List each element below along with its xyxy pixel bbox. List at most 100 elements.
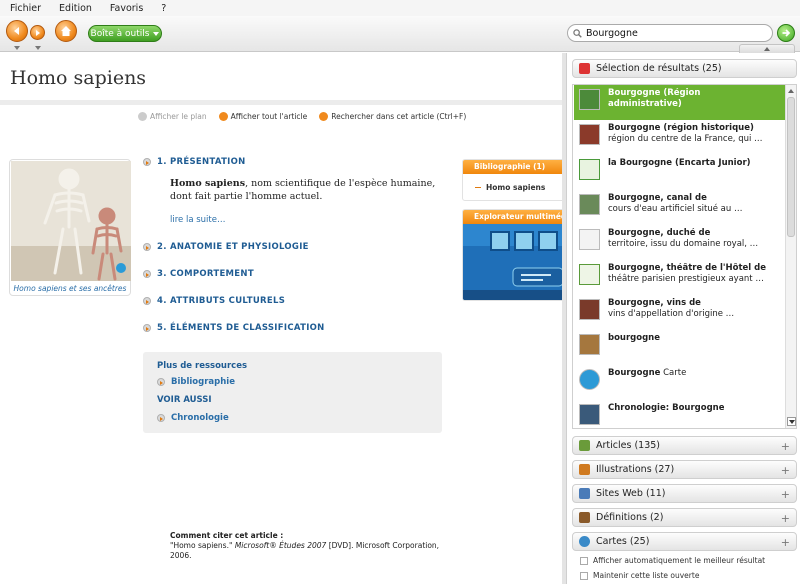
option-label: Afficher automatiquement le meilleur rés… [593,556,766,565]
result-item[interactable]: Bourgogne, théâtre de l'Hôtel de théâtre … [574,260,785,295]
back-button[interactable] [6,20,28,42]
section-classification[interactable]: 5. ÉLÉMENTS DE CLASSIFICATION [143,323,325,333]
result-title: Bourgogne, duché de [608,228,711,238]
keep-list-open-checkbox[interactable] [580,571,588,580]
arrow-right-icon [475,187,481,188]
bibliography-link[interactable]: Bibliographie [157,377,235,387]
section-presentation[interactable]: 1. PRÉSENTATION [143,157,246,167]
show-full-article-label: Afficher tout l'article [230,112,308,121]
result-item[interactable]: Bourgogne (région historique) région du c… [574,120,785,155]
search-input[interactable] [586,27,766,39]
result-title: Bourgogne, canal de [608,193,707,203]
result-item[interactable]: Bourgogne, duché de territoire, issu du d… [574,225,785,260]
expand-bullet-icon [143,324,151,332]
result-item[interactable]: bourgogne [574,330,785,365]
category-definitions[interactable]: Définitions (2) + [572,508,797,527]
category-websites[interactable]: Sites Web (11) + [572,484,797,503]
bibliography-entry[interactable]: Homo sapiens [475,183,545,192]
results-list: Bourgogne (Région administrative) Bourgo… [572,84,797,429]
category-label: Cartes (25) [596,536,650,547]
result-item[interactable]: Bourgogne, canal de cours d'eau artificie… [574,190,785,225]
home-button[interactable] [55,20,77,42]
timeline-icon [579,404,600,425]
toolbox-button[interactable]: Boîte à outils [88,25,162,42]
category-articles[interactable]: Articles (135) + [572,436,797,455]
search-go-button[interactable] [777,24,795,42]
forward-button[interactable] [30,25,45,40]
section-label: 1. PRÉSENTATION [157,157,246,167]
search-in-article-link[interactable]: Rechercher dans cet article (Ctrl+F) [319,112,466,121]
zoom-icon [116,263,126,273]
category-maps[interactable]: Cartes (25) + [572,532,797,551]
article-image-card[interactable]: Homo sapiens et ses ancêtres [9,159,131,296]
show-full-article-link[interactable]: Afficher tout l'article [218,112,308,121]
result-subtitle: région du centre de la France, qui … [608,134,763,144]
forward-history-dropdown[interactable] [35,46,41,50]
expand-icon: + [780,536,790,549]
chronology-link[interactable]: Chronologie [157,413,229,423]
show-outline-label: Afficher le plan [150,112,207,121]
outline-icon [138,112,147,121]
websites-icon [579,488,590,499]
maps-icon [579,536,590,547]
category-label: Sites Web (11) [596,488,666,499]
title-bar: Homo sapiens [0,53,562,105]
expand-bullet-icon [157,378,165,386]
result-item[interactable]: Bourgogne, vins de vins d'appellation d'o… [574,295,785,330]
result-item[interactable]: Bourgogne (Région administrative) [574,85,785,120]
menu-edition[interactable]: Edition [59,3,92,14]
read-more-link[interactable]: lire la suite… [170,215,225,225]
intro-term: Homo sapiens [170,178,246,189]
citation-text: "Homo sapiens." [170,541,235,550]
arrow-right-icon [782,29,791,37]
result-subtitle: théâtre parisien prestigieux ayant … [608,274,764,284]
section-anatomy[interactable]: 2. ANATOMIE ET PHYSIOLOGIE [143,242,309,252]
image-caption: Homo sapiens et ses ancêtres [13,284,127,293]
citation-heading: Comment citer cet article : [170,531,284,540]
chevron-up-icon [764,47,770,51]
collapse-panel-tab[interactable] [739,44,795,53]
back-arrow-icon [14,27,19,35]
scroll-up-icon[interactable] [788,89,794,93]
search-icon [573,28,582,38]
menu-fichier[interactable]: Fichier [10,3,41,14]
junior-article-icon [579,159,600,180]
results-selection-header[interactable]: Sélection de résultats (25) [572,59,797,78]
result-title: Bourgogne (région historique) [608,123,754,133]
expand-bullet-icon [143,270,151,278]
keep-list-open-option[interactable]: Maintenir cette liste ouverte [580,571,699,580]
result-title: Bourgogne, théâtre de l'Hôtel de [608,263,766,273]
result-subtitle: vins d'appellation d'origine … [608,309,735,319]
result-item[interactable]: Chronologie: Bourgogne [574,400,785,428]
full-article-icon [218,112,228,121]
expand-icon: + [780,512,790,525]
show-outline-link[interactable]: Afficher le plan [138,112,207,121]
category-illustrations[interactable]: Illustrations (27) + [572,460,797,479]
menu-favoris[interactable]: Favoris [110,3,143,14]
search-box [567,24,773,42]
result-subtitle: cours d'eau artificiel situé au … [608,204,743,214]
expand-bullet-icon [143,297,151,305]
scrollbar-thumb[interactable] [787,97,795,237]
result-subtitle: territoire, issu du domaine royal, … [608,239,759,249]
result-title: bourgogne [608,333,660,343]
illustrations-icon [579,464,590,475]
result-item[interactable]: la Bourgogne (Encarta Junior) [574,155,785,190]
results-scrollbar[interactable] [785,85,796,428]
multimedia-explorer-widget[interactable]: Explorateur multimédia [462,209,566,301]
bibliography-widget[interactable]: Bibliographie (1) Homo sapiens [462,159,566,201]
section-label: 4. ATTRIBUTS CULTURELS [157,296,286,306]
result-item[interactable]: Bourgogne Carte [574,365,785,400]
section-behaviour[interactable]: 3. COMPORTEMENT [143,269,254,279]
scroll-down-button[interactable] [787,417,796,426]
auto-best-result-option[interactable]: Afficher automatiquement le meilleur rés… [580,556,765,565]
auto-best-result-checkbox[interactable] [580,556,588,565]
resources-heading: Plus de ressources [157,361,248,371]
encarta-window: Fichier Edition Favoris ? Boîte à outils… [0,0,800,584]
result-title: la Bourgogne (Encarta Junior) [608,158,751,168]
home-icon [61,26,71,36]
menu-help[interactable]: ? [161,3,166,14]
back-history-dropdown[interactable] [14,46,20,50]
result-subtitle: Carte [663,368,687,378]
section-cultural[interactable]: 4. ATTRIBUTS CULTURELS [143,296,285,306]
